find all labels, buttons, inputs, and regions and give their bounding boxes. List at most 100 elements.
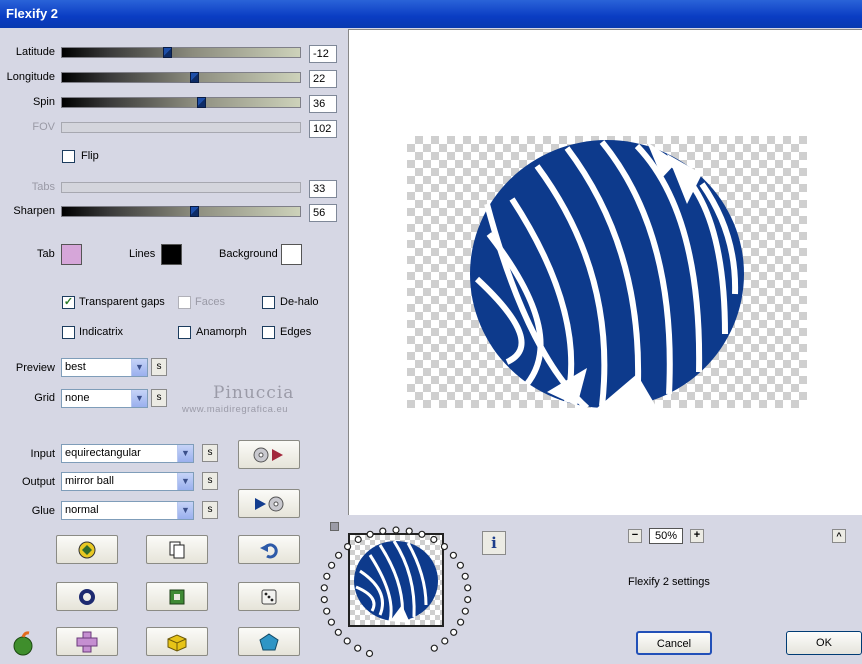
tabs-slider[interactable] — [61, 182, 301, 193]
navigator-dot[interactable] — [343, 637, 351, 645]
frame-button[interactable] — [146, 582, 208, 611]
zoom-out-button[interactable]: − — [628, 529, 642, 543]
longitude-slider[interactable] — [61, 72, 301, 83]
navigator-dot[interactable] — [335, 551, 343, 559]
navigator-dot[interactable] — [354, 535, 362, 544]
longitude-slider-thumb[interactable] — [190, 72, 199, 83]
anamorph-checkbox[interactable] — [178, 326, 191, 339]
background-color-swatch[interactable] — [281, 244, 302, 265]
navigator-dot[interactable] — [449, 551, 457, 559]
glue-select[interactable]: normal ▼ — [61, 501, 194, 520]
info-button[interactable]: i — [482, 531, 506, 555]
navigator-dot[interactable] — [461, 607, 469, 615]
navigator-dot[interactable] — [323, 572, 331, 580]
sharpen-slider[interactable] — [61, 206, 301, 217]
navigator-dot[interactable] — [320, 595, 328, 604]
navigator-dot[interactable] — [354, 644, 362, 652]
chevron-down-icon[interactable]: ▼ — [131, 359, 147, 376]
square-frame-icon — [169, 589, 185, 604]
output-s-button[interactable]: s — [202, 472, 218, 490]
navigator-dot[interactable] — [456, 561, 464, 569]
load-settings-button[interactable] — [238, 440, 300, 469]
transparent-gaps-label: Transparent gaps — [79, 296, 165, 308]
de-halo-checkbox[interactable] — [262, 296, 275, 309]
cancel-button[interactable]: Cancel — [636, 631, 712, 655]
longitude-value[interactable]: 22 — [309, 70, 337, 88]
navigator-dot[interactable] — [392, 526, 400, 534]
navigator-dot[interactable] — [405, 527, 413, 535]
output-select[interactable]: mirror ball ▼ — [61, 472, 194, 491]
navigator-dot[interactable] — [323, 607, 331, 615]
grid-select[interactable]: none ▼ — [61, 389, 148, 408]
undo-icon — [260, 542, 278, 558]
navigator-dot[interactable] — [366, 530, 374, 538]
plus-shape-button[interactable] — [56, 627, 118, 656]
preview-pane[interactable] — [348, 29, 862, 515]
navigator-dot[interactable] — [430, 644, 438, 652]
input-select[interactable]: equirectangular ▼ — [61, 444, 194, 463]
chevron-down-icon[interactable]: ▼ — [177, 502, 193, 519]
navigator-dot[interactable] — [430, 535, 438, 544]
cube-button[interactable] — [146, 627, 208, 656]
undo-button[interactable] — [238, 535, 300, 564]
navigator-dot[interactable] — [320, 584, 328, 592]
save-settings-button[interactable] — [238, 489, 300, 518]
glue-s-button[interactable]: s — [202, 501, 218, 519]
pentagon-button[interactable] — [238, 627, 300, 656]
navigator-dot[interactable] — [328, 561, 336, 569]
navigator-dot[interactable] — [441, 637, 449, 645]
pentagon-icon — [259, 632, 279, 650]
input-select-value: equirectangular — [65, 447, 141, 459]
chevron-down-icon[interactable]: ▼ — [131, 390, 147, 407]
spin-slider-thumb[interactable] — [197, 97, 206, 108]
spin-value[interactable]: 36 — [309, 95, 337, 113]
flip-checkbox[interactable] — [62, 150, 75, 163]
lines-color-swatch[interactable] — [161, 244, 182, 265]
glue-label: Glue — [31, 505, 55, 517]
navigator-dot[interactable] — [379, 527, 387, 535]
randomize-button[interactable] — [238, 582, 300, 611]
navigator-dot[interactable] — [464, 595, 472, 604]
flip-label: Flip — [81, 150, 99, 162]
fov-value[interactable]: 102 — [309, 120, 337, 138]
edges-checkbox[interactable] — [262, 326, 275, 339]
latitude-slider[interactable] — [61, 47, 301, 58]
sharpen-slider-thumb[interactable] — [190, 206, 199, 217]
copy-button[interactable] — [146, 535, 208, 564]
latitude-value[interactable]: -12 — [309, 45, 337, 63]
navigator-dot[interactable] — [440, 543, 449, 551]
navigator-dot[interactable] — [365, 649, 374, 658]
chevron-down-icon[interactable]: ▼ — [177, 473, 193, 490]
ok-button[interactable]: OK — [786, 631, 862, 655]
preview-select[interactable]: best ▼ — [61, 358, 148, 377]
faces-checkbox[interactable] — [178, 296, 191, 309]
navigator-dot[interactable] — [418, 530, 426, 538]
navigator-dot[interactable] — [334, 628, 342, 636]
longitude-label: Longitude — [6, 71, 55, 83]
preview-s-button[interactable]: s — [151, 358, 167, 376]
navigator-dot[interactable] — [344, 543, 352, 551]
tab-color-swatch[interactable] — [61, 244, 82, 265]
random-mix-button[interactable] — [56, 535, 118, 564]
navigator-dot[interactable] — [450, 628, 458, 636]
info-icon: i — [491, 534, 497, 552]
fov-slider[interactable] — [61, 122, 301, 133]
ring-button[interactable] — [56, 582, 118, 611]
chevron-down-icon[interactable]: ▼ — [177, 445, 193, 462]
collapse-button[interactable]: ^ — [832, 529, 846, 543]
navigator-dot[interactable] — [461, 572, 469, 580]
input-s-button[interactable]: s — [202, 444, 218, 462]
tabs-value[interactable]: 33 — [309, 180, 337, 198]
sharpen-value[interactable]: 56 — [309, 204, 337, 222]
zoom-in-button[interactable]: + — [690, 529, 704, 543]
navigator-dot[interactable] — [457, 618, 465, 626]
de-halo-label: De-halo — [280, 296, 319, 308]
indicatrix-checkbox[interactable] — [62, 326, 75, 339]
spin-slider[interactable] — [61, 97, 301, 108]
navigator-dot[interactable] — [464, 584, 472, 592]
preview-select-value: best — [65, 361, 86, 373]
latitude-slider-thumb[interactable] — [163, 47, 172, 58]
navigator-dot[interactable] — [327, 618, 335, 626]
transparent-gaps-checkbox[interactable]: ✓ — [62, 296, 75, 309]
grid-s-button[interactable]: s — [151, 389, 167, 407]
